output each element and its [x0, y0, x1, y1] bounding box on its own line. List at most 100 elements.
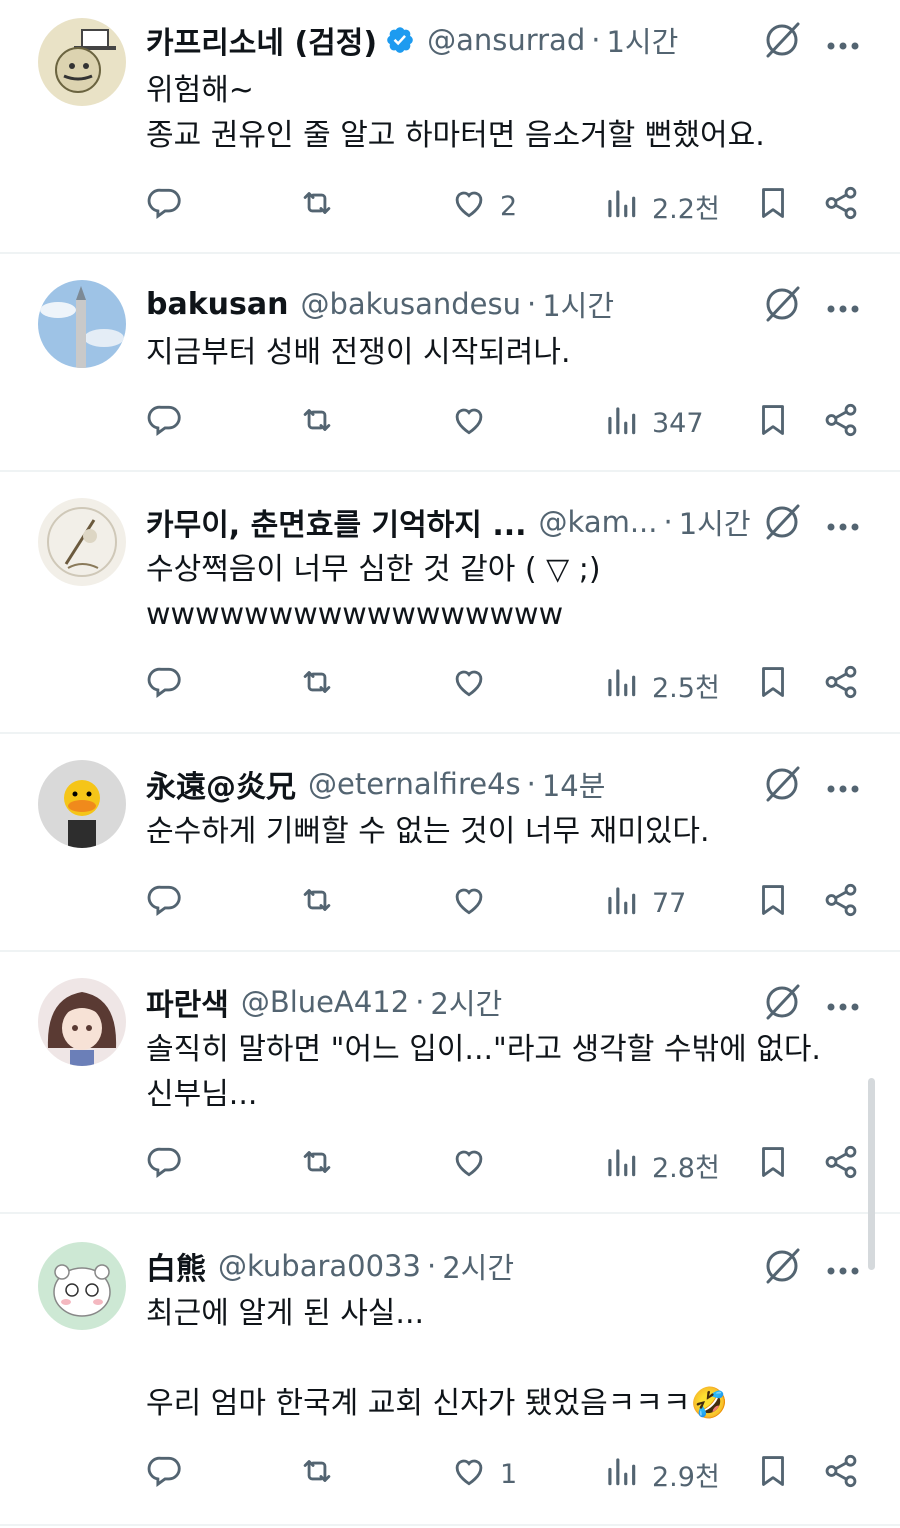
share-icon	[822, 663, 860, 708]
retweet-button[interactable]	[298, 881, 336, 925]
avatar[interactable]	[38, 1242, 126, 1330]
retweet-button[interactable]	[298, 663, 336, 707]
share-button[interactable]	[822, 1452, 860, 1496]
reply-button[interactable]	[146, 1143, 184, 1187]
handle[interactable]: @kubara0033	[218, 1249, 421, 1283]
share-icon	[822, 1452, 860, 1497]
bookmark-icon	[754, 184, 792, 229]
avatar-image	[38, 978, 126, 1066]
handle[interactable]: @BlueA412	[241, 985, 409, 1019]
views-button[interactable]: 77	[602, 881, 686, 925]
avatar[interactable]	[38, 760, 126, 848]
tweet[interactable]: 永遠@炎兄 @eternalfire4s · 14분 순수하게 기뻐할 수 없는…	[0, 734, 900, 952]
bookmark-icon	[754, 663, 792, 708]
reply-button[interactable]	[146, 663, 184, 707]
like-button[interactable]: 2	[450, 184, 517, 228]
like-button[interactable]	[450, 401, 500, 445]
scrollbar[interactable]	[868, 1078, 875, 1270]
tweet[interactable]: 카무이, 춘면효를 기억하지 ... @kam... · 1시간 수상쩍음이 너…	[0, 472, 900, 734]
retweet-button[interactable]	[298, 1452, 336, 1496]
retweet-button[interactable]	[298, 184, 336, 228]
like-icon	[450, 1452, 488, 1497]
tweet-header: 白熊 @kubara0033 · 2시간	[146, 1244, 740, 1288]
action-bar: 2 2.2천	[0, 184, 900, 228]
bookmark-button[interactable]	[754, 184, 792, 228]
timestamp[interactable]: 1시간	[679, 501, 750, 543]
retweet-button[interactable]	[298, 401, 336, 445]
like-button[interactable]	[450, 881, 500, 925]
grok-icon[interactable]	[762, 284, 802, 324]
share-button[interactable]	[822, 663, 860, 707]
display-name[interactable]: 파란색	[146, 980, 229, 1024]
more-icon[interactable]	[826, 779, 860, 793]
more-icon[interactable]	[826, 517, 860, 531]
bookmark-button[interactable]	[754, 401, 792, 445]
display-name[interactable]: 카프리소네 (검정)	[146, 18, 377, 62]
timestamp[interactable]: 2시간	[430, 981, 502, 1023]
reply-button[interactable]	[146, 1452, 184, 1496]
display-name[interactable]: 카무이, 춘면효를 기억하지 ...	[146, 500, 527, 544]
views-button[interactable]: 2.8천	[602, 1143, 720, 1187]
handle[interactable]: @bakusandesu	[301, 287, 521, 321]
views-button[interactable]: 2.2천	[602, 184, 720, 228]
share-button[interactable]	[822, 184, 860, 228]
views-button[interactable]: 347	[602, 401, 704, 445]
more-icon[interactable]	[826, 1261, 860, 1275]
bookmark-button[interactable]	[754, 1452, 792, 1496]
timestamp[interactable]: 1시간	[606, 19, 678, 61]
views-count: 2.2천	[652, 193, 720, 225]
tweet-text: 지금부터 성배 전쟁이 시작되려나.	[146, 335, 571, 370]
action-bar: 2.8천	[0, 1143, 900, 1187]
avatar[interactable]	[38, 18, 126, 106]
tweet[interactable]: 파란색 @BlueA412 · 2시간 솔직히 말하면 "어느 입이..."라고…	[0, 952, 900, 1214]
reply-icon	[146, 1143, 184, 1188]
display-name[interactable]: 永遠@炎兄	[146, 762, 296, 806]
avatar[interactable]	[38, 498, 126, 586]
action-bar: 2.5천	[0, 663, 900, 707]
grok-icon[interactable]	[762, 20, 802, 60]
tweet[interactable]: bakusan @bakusandesu · 1시간 지금부터 성배 전쟁이 시…	[0, 254, 900, 472]
timestamp[interactable]: 2시간	[442, 1245, 514, 1287]
share-button[interactable]	[822, 881, 860, 925]
separator-dot: ·	[591, 23, 601, 57]
bookmark-button[interactable]	[754, 663, 792, 707]
handle[interactable]: @eternalfire4s	[308, 767, 521, 801]
grok-icon[interactable]	[762, 982, 802, 1022]
tweet[interactable]: 카프리소네 (검정) @ansurrad · 1시간 위험해~ 종교 권유인 줄…	[0, 0, 900, 254]
views-count: 2.9천	[652, 1461, 720, 1493]
like-icon	[450, 663, 488, 708]
views-count: 2.5천	[652, 672, 720, 704]
verified-badge-icon	[385, 25, 415, 55]
bookmark-button[interactable]	[754, 1143, 792, 1187]
grok-icon[interactable]	[762, 502, 802, 542]
views-button[interactable]: 2.5천	[602, 663, 720, 707]
more-icon[interactable]	[826, 299, 860, 313]
share-button[interactable]	[822, 401, 860, 445]
reply-button[interactable]	[146, 401, 184, 445]
reply-button[interactable]	[146, 881, 184, 925]
views-icon	[602, 184, 640, 229]
grok-icon[interactable]	[762, 764, 802, 804]
reply-icon	[146, 184, 184, 229]
share-button[interactable]	[822, 1143, 860, 1187]
avatar-image	[38, 18, 126, 106]
like-button[interactable]	[450, 1143, 500, 1187]
views-button[interactable]: 2.9천	[602, 1452, 720, 1496]
handle[interactable]: @kam...	[539, 505, 658, 539]
display-name[interactable]: bakusan	[146, 287, 289, 322]
tweet[interactable]: 白熊 @kubara0033 · 2시간 최근에 알게 된 사실... 우리 엄…	[0, 1214, 900, 1526]
handle[interactable]: @ansurrad	[427, 23, 585, 57]
timestamp[interactable]: 14분	[542, 763, 606, 805]
like-button[interactable]	[450, 663, 500, 707]
avatar[interactable]	[38, 280, 126, 368]
grok-icon[interactable]	[762, 1246, 802, 1286]
more-icon[interactable]	[826, 36, 860, 50]
timestamp[interactable]: 1시간	[542, 283, 614, 325]
avatar[interactable]	[38, 978, 126, 1066]
bookmark-button[interactable]	[754, 881, 792, 925]
display-name[interactable]: 白熊	[146, 1244, 206, 1288]
more-icon[interactable]	[826, 997, 860, 1011]
like-button[interactable]: 1	[450, 1452, 517, 1496]
retweet-button[interactable]	[298, 1143, 336, 1187]
reply-button[interactable]	[146, 184, 184, 228]
